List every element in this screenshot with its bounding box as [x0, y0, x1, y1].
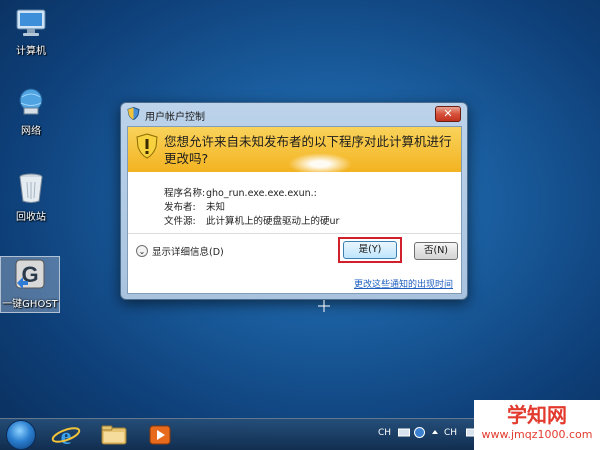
tray-expand-icon[interactable]: [430, 427, 440, 438]
dialog-title: 用户帐户控制: [145, 112, 205, 123]
dialog-content: 您想允许来自未知发布者的以下程序对此计算机进行更改吗? 程序名称:gho_run…: [127, 126, 462, 294]
taskbar-media-player[interactable]: [140, 421, 180, 449]
info-row-program-name: 程序名称:gho_run.exe.exe.exun.:: [164, 185, 339, 199]
chevron-down-icon: ⌄: [136, 245, 148, 257]
info-key: 文件源:: [164, 216, 196, 227]
close-icon: ✕: [443, 107, 453, 120]
mouse-cursor-icon: [318, 300, 330, 312]
desktop-icon-label: 一键GHOST: [2, 299, 58, 310]
change-notification-link[interactable]: 更改这些通知的出现时间: [354, 277, 453, 290]
internet-explorer-icon: e: [51, 424, 81, 450]
desktop-icon-label: 网络: [21, 126, 41, 137]
no-button[interactable]: 否(N): [414, 242, 458, 260]
info-value: 未知: [206, 202, 226, 213]
desktop-icon-label: 计算机: [16, 46, 46, 57]
show-details-toggle[interactable]: ⌄ 显示详细信息(D): [136, 244, 224, 258]
info-row-publisher: 发布者: 未知: [164, 199, 339, 213]
watermark-title: 学知网: [507, 403, 567, 427]
info-row-file-origin: 文件源: 此计算机上的硬盘驱动上的硬ur: [164, 213, 339, 227]
recycle-bin-icon: [19, 173, 43, 203]
info-key: 程序名称:: [164, 188, 206, 199]
dialog-titlebar[interactable]: 用户帐户控制 ✕: [121, 103, 467, 125]
yes-button[interactable]: 是(Y): [343, 241, 397, 259]
media-player-icon: [149, 425, 171, 445]
keyboard-icon[interactable]: [398, 427, 410, 438]
yes-button-highlight: 是(Y): [338, 237, 402, 263]
watermark-url: www.jmqz1000.com: [481, 428, 593, 441]
desktop-icon-label: 回收站: [16, 212, 46, 223]
close-button[interactable]: ✕: [435, 106, 461, 122]
program-info: 程序名称:gho_run.exe.exe.exun.: 发布者: 未知 文件源: 此…: [164, 185, 339, 227]
info-value: 此计算机上的硬盘驱动上的硬ur: [206, 216, 340, 227]
folder-icon: [101, 425, 127, 445]
show-details-label: 显示详细信息(D): [152, 247, 224, 258]
desktop-icon-recycle-bin[interactable]: 回收站: [2, 172, 60, 223]
taskbar-internet-explorer[interactable]: e: [46, 421, 86, 450]
uac-dialog: 用户帐户控制 ✕ 您想允许来自未知发布者的以下程序对此计算机进行更改吗? 程序名…: [120, 102, 468, 300]
network-icon: [19, 88, 43, 115]
blur-artifact: [288, 153, 352, 175]
info-key: 发布者:: [164, 202, 196, 213]
uac-shield-icon: [127, 107, 140, 120]
ghost-icon: G: [15, 259, 45, 289]
computer-icon: [16, 9, 46, 36]
info-value: gho_run.exe.exe.exun.:: [206, 188, 317, 199]
language-indicator-2[interactable]: CH: [444, 428, 457, 438]
desktop-icon-network[interactable]: 网络: [2, 86, 60, 137]
desktop-icon-ghost[interactable]: G 一键GHOST: [0, 256, 60, 313]
site-watermark: 学知网 www.jmqz1000.com: [474, 400, 600, 450]
desktop-icon-computer[interactable]: 计算机: [2, 8, 60, 57]
help-icon[interactable]: [414, 427, 425, 438]
language-indicator[interactable]: CH: [378, 428, 391, 438]
warning-shield-icon: [136, 133, 158, 159]
taskbar-explorer[interactable]: [94, 421, 134, 449]
start-orb-icon[interactable]: [6, 420, 36, 450]
divider: [128, 233, 461, 234]
